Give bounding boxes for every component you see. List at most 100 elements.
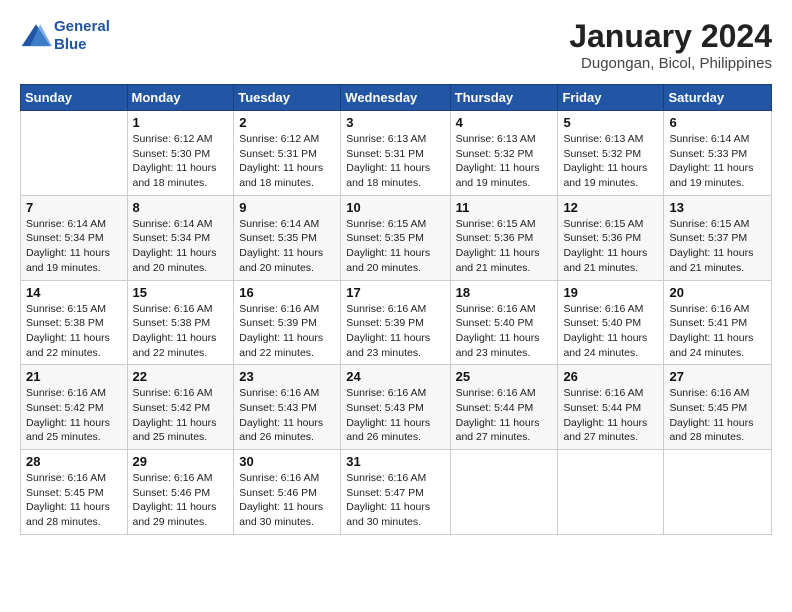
day-number: 23 — [239, 369, 335, 384]
day-info: Sunrise: 6:16 AM Sunset: 5:44 PM Dayligh… — [563, 386, 658, 445]
day-cell: 28 Sunrise: 6:16 AM Sunset: 5:45 PM Dayli… — [21, 450, 128, 535]
day-info: Sunrise: 6:14 AM Sunset: 5:34 PM Dayligh… — [26, 217, 122, 276]
day-cell: 1Sunrise: 6:12 AM Sunset: 5:30 PM Daylig… — [127, 111, 234, 196]
logo-text: General Blue — [54, 18, 110, 54]
day-info: Sunrise: 6:15 AM Sunset: 5:35 PM Dayligh… — [346, 217, 444, 276]
day-cell — [21, 111, 128, 196]
week-row-5: 28 Sunrise: 6:16 AM Sunset: 5:45 PM Dayli… — [21, 450, 772, 535]
day-number: 13 — [669, 200, 766, 215]
day-info: Sunrise: 6:16 AM Sunset: 5:44 PM Dayligh… — [456, 386, 553, 445]
calendar: Sunday Monday Tuesday Wednesday Thursday… — [20, 84, 772, 535]
col-tuesday: Tuesday — [234, 85, 341, 111]
day-info: Sunrise: 6:16 AM Sunset: 5:47 PM Dayligh… — [346, 471, 444, 530]
logo-general: General — [54, 18, 110, 35]
day-cell: 25 Sunrise: 6:16 AM Sunset: 5:44 PM Dayli… — [450, 365, 558, 450]
day-info: Sunrise: 6:16 AM Sunset: 5:38 PM Dayligh… — [133, 302, 229, 361]
col-thursday: Thursday — [450, 85, 558, 111]
day-cell: 8 Sunrise: 6:14 AM Sunset: 5:34 PM Daylig… — [127, 195, 234, 280]
day-cell: 7 Sunrise: 6:14 AM Sunset: 5:34 PM Daylig… — [21, 195, 128, 280]
day-cell: 17 Sunrise: 6:16 AM Sunset: 5:39 PM Dayli… — [341, 280, 450, 365]
day-number: 26 — [563, 369, 658, 384]
day-cell: 26 Sunrise: 6:16 AM Sunset: 5:44 PM Dayli… — [558, 365, 664, 450]
day-number: 7 — [26, 200, 122, 215]
day-info: Sunrise: 6:16 AM Sunset: 5:39 PM Dayligh… — [239, 302, 335, 361]
day-number: 19 — [563, 285, 658, 300]
day-info: Sunrise: 6:15 AM Sunset: 5:36 PM Dayligh… — [456, 217, 553, 276]
day-info: Sunrise: 6:16 AM Sunset: 5:42 PM Dayligh… — [26, 386, 122, 445]
day-info: Sunrise: 6:16 AM Sunset: 5:43 PM Dayligh… — [346, 386, 444, 445]
col-friday: Friday — [558, 85, 664, 111]
day-cell: 19Sunrise: 6:16 AM Sunset: 5:40 PM Dayli… — [558, 280, 664, 365]
day-cell: 23 Sunrise: 6:16 AM Sunset: 5:43 PM Dayli… — [234, 365, 341, 450]
day-number: 17 — [346, 285, 444, 300]
day-number: 24 — [346, 369, 444, 384]
day-number: 2 — [239, 115, 335, 130]
day-info: Sunrise: 6:16 AM Sunset: 5:40 PM Dayligh… — [456, 302, 553, 361]
day-info: Sunrise: 6:13 AM Sunset: 5:32 PM Dayligh… — [563, 132, 658, 191]
day-number: 5 — [563, 115, 658, 130]
day-cell: 18 Sunrise: 6:16 AM Sunset: 5:40 PM Dayli… — [450, 280, 558, 365]
day-cell: 16 Sunrise: 6:16 AM Sunset: 5:39 PM Dayli… — [234, 280, 341, 365]
day-number: 15 — [133, 285, 229, 300]
page: General Blue January 2024 Dugongan, Bico… — [0, 0, 792, 545]
day-number: 8 — [133, 200, 229, 215]
day-cell: 4 Sunrise: 6:13 AM Sunset: 5:32 PM Daylig… — [450, 111, 558, 196]
day-number: 28 — [26, 454, 122, 469]
day-cell — [558, 450, 664, 535]
week-row-2: 7 Sunrise: 6:14 AM Sunset: 5:34 PM Daylig… — [21, 195, 772, 280]
day-number: 1 — [133, 115, 229, 130]
day-info: Sunrise: 6:14 AM Sunset: 5:33 PM Dayligh… — [669, 132, 766, 191]
day-cell: 30 Sunrise: 6:16 AM Sunset: 5:46 PM Dayli… — [234, 450, 341, 535]
day-info: Sunrise: 6:16 AM Sunset: 5:39 PM Dayligh… — [346, 302, 444, 361]
day-cell: 29Sunrise: 6:16 AM Sunset: 5:46 PM Dayli… — [127, 450, 234, 535]
day-number: 25 — [456, 369, 553, 384]
day-info: Sunrise: 6:16 AM Sunset: 5:46 PM Dayligh… — [239, 471, 335, 530]
day-cell: 6 Sunrise: 6:14 AM Sunset: 5:33 PM Daylig… — [664, 111, 772, 196]
day-number: 30 — [239, 454, 335, 469]
week-row-4: 21 Sunrise: 6:16 AM Sunset: 5:42 PM Dayli… — [21, 365, 772, 450]
week-row-1: 1Sunrise: 6:12 AM Sunset: 5:30 PM Daylig… — [21, 111, 772, 196]
day-number: 18 — [456, 285, 553, 300]
day-cell: 22 Sunrise: 6:16 AM Sunset: 5:42 PM Dayli… — [127, 365, 234, 450]
day-cell: 2 Sunrise: 6:12 AM Sunset: 5:31 PM Daylig… — [234, 111, 341, 196]
day-info: Sunrise: 6:15 AM Sunset: 5:37 PM Dayligh… — [669, 217, 766, 276]
day-info: Sunrise: 6:13 AM Sunset: 5:32 PM Dayligh… — [456, 132, 553, 191]
day-cell: 10 Sunrise: 6:15 AM Sunset: 5:35 PM Dayli… — [341, 195, 450, 280]
day-info: Sunrise: 6:16 AM Sunset: 5:45 PM Dayligh… — [26, 471, 122, 530]
day-info: Sunrise: 6:14 AM Sunset: 5:35 PM Dayligh… — [239, 217, 335, 276]
day-info: Sunrise: 6:14 AM Sunset: 5:34 PM Dayligh… — [133, 217, 229, 276]
day-number: 21 — [26, 369, 122, 384]
subtitle: Dugongan, Bicol, Philippines — [569, 55, 772, 72]
day-number: 27 — [669, 369, 766, 384]
day-info: Sunrise: 6:13 AM Sunset: 5:31 PM Dayligh… — [346, 132, 444, 191]
day-info: Sunrise: 6:16 AM Sunset: 5:43 PM Dayligh… — [239, 386, 335, 445]
logo: General Blue — [20, 18, 110, 54]
col-wednesday: Wednesday — [341, 85, 450, 111]
logo-icon — [20, 22, 52, 50]
col-monday: Monday — [127, 85, 234, 111]
day-cell: 27Sunrise: 6:16 AM Sunset: 5:45 PM Dayli… — [664, 365, 772, 450]
day-cell: 3 Sunrise: 6:13 AM Sunset: 5:31 PM Daylig… — [341, 111, 450, 196]
day-cell — [664, 450, 772, 535]
day-cell: 14Sunrise: 6:15 AM Sunset: 5:38 PM Dayli… — [21, 280, 128, 365]
day-info: Sunrise: 6:16 AM Sunset: 5:42 PM Dayligh… — [133, 386, 229, 445]
day-number: 22 — [133, 369, 229, 384]
calendar-header-row: Sunday Monday Tuesday Wednesday Thursday… — [21, 85, 772, 111]
day-cell: 11 Sunrise: 6:15 AM Sunset: 5:36 PM Dayli… — [450, 195, 558, 280]
day-number: 10 — [346, 200, 444, 215]
day-number: 16 — [239, 285, 335, 300]
day-number: 3 — [346, 115, 444, 130]
day-number: 6 — [669, 115, 766, 130]
day-cell: 9Sunrise: 6:14 AM Sunset: 5:35 PM Daylig… — [234, 195, 341, 280]
day-cell — [450, 450, 558, 535]
day-info: Sunrise: 6:15 AM Sunset: 5:38 PM Dayligh… — [26, 302, 122, 361]
day-number: 11 — [456, 200, 553, 215]
day-cell: 13 Sunrise: 6:15 AM Sunset: 5:37 PM Dayli… — [664, 195, 772, 280]
day-cell: 24 Sunrise: 6:16 AM Sunset: 5:43 PM Dayli… — [341, 365, 450, 450]
day-cell: 5 Sunrise: 6:13 AM Sunset: 5:32 PM Daylig… — [558, 111, 664, 196]
day-cell: 20Sunrise: 6:16 AM Sunset: 5:41 PM Dayli… — [664, 280, 772, 365]
day-info: Sunrise: 6:15 AM Sunset: 5:36 PM Dayligh… — [563, 217, 658, 276]
day-number: 4 — [456, 115, 553, 130]
day-info: Sunrise: 6:12 AM Sunset: 5:31 PM Dayligh… — [239, 132, 335, 191]
col-saturday: Saturday — [664, 85, 772, 111]
